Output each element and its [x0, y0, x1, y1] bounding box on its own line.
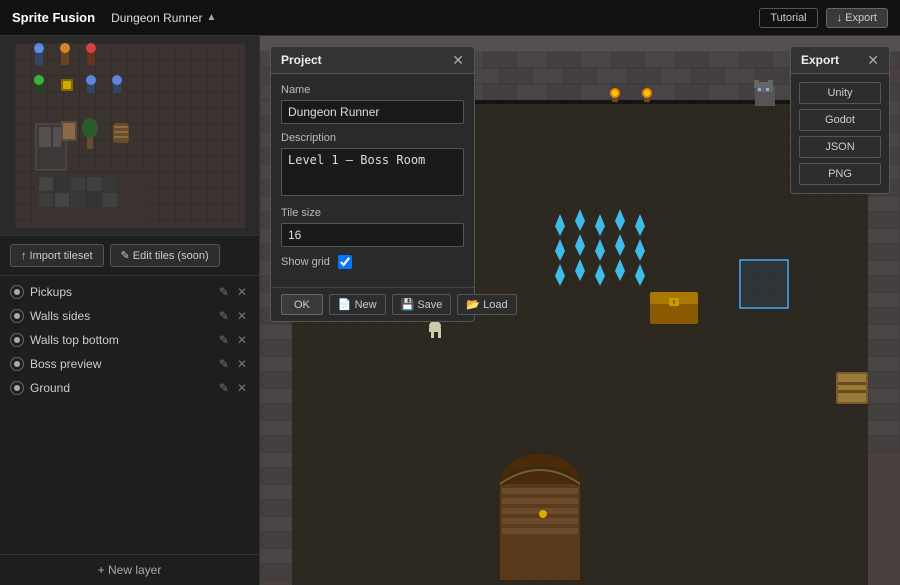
export-panel-close-button[interactable]: ✕: [867, 53, 879, 67]
layer-edit-walls-top-bottom[interactable]: ✎: [217, 333, 231, 347]
export-options: Unity Godot JSON PNG: [791, 74, 889, 193]
dialog-header: Project ✕: [271, 47, 474, 74]
dialog-save-button[interactable]: 💾 Save: [392, 294, 452, 315]
tileset-grid[interactable]: [15, 43, 245, 228]
layer-name-pickups: Pickups: [30, 285, 211, 299]
eye-inner-ground: [14, 385, 20, 391]
layer-eye-boss-preview[interactable]: [10, 357, 24, 371]
new-icon: 📄: [338, 298, 352, 311]
layer-delete-boss-preview[interactable]: ✕: [235, 357, 249, 371]
layer-edit-pickups[interactable]: ✎: [217, 285, 231, 299]
layer-delete-ground[interactable]: ✕: [235, 381, 249, 395]
dialog-body: Name Description Level 1 – Boss Room Til…: [271, 74, 474, 287]
export-unity-button[interactable]: Unity: [799, 82, 881, 104]
main-content: ↑ Import tileset ✎ Edit tiles (soon) Pic…: [0, 36, 900, 585]
dialog-show-grid-checkbox[interactable]: [338, 255, 352, 269]
export-button[interactable]: ↓ Export: [826, 8, 888, 28]
layer-eye-ground[interactable]: [10, 381, 24, 395]
layer-eye-pickups[interactable]: [10, 285, 24, 299]
tileset-svg: [15, 43, 245, 228]
layer-name-boss-preview: Boss preview: [30, 357, 211, 371]
dialog-footer: OK 📄 New 💾 Save 📂 Load: [271, 287, 474, 321]
eye-inner-walls-top-bottom: [14, 337, 20, 343]
dialog-title: Project: [281, 53, 322, 67]
export-panel-title: Export: [801, 53, 839, 67]
header-right: Tutorial ↓ Export: [759, 8, 888, 28]
layer-item-walls-sides[interactable]: Walls sides ✎ ✕: [0, 304, 259, 328]
project-name-button[interactable]: Dungeon Runner ▲: [111, 11, 216, 25]
layer-name-walls-top-bottom: Walls top bottom: [30, 333, 211, 347]
new-layer-button[interactable]: + New layer: [0, 554, 259, 585]
layer-name-walls-sides: Walls sides: [30, 309, 211, 323]
dialog-tile-size-input[interactable]: [281, 223, 464, 247]
layer-eye-walls-sides[interactable]: [10, 309, 24, 323]
left-panel-buttons: ↑ Import tileset ✎ Edit tiles (soon): [0, 236, 259, 276]
dialog-overlay: Project ✕ Name Description Level 1 – Bos…: [260, 36, 900, 585]
dialog-show-grid-row: Show grid: [281, 255, 464, 269]
export-panel-header: Export ✕: [791, 47, 889, 74]
layer-eye-walls-top-bottom[interactable]: [10, 333, 24, 347]
eye-inner-walls-sides: [14, 313, 20, 319]
layer-edit-ground[interactable]: ✎: [217, 381, 231, 395]
layer-item-boss-preview[interactable]: Boss preview ✎ ✕: [0, 352, 259, 376]
dialog-desc-label: Description: [281, 132, 464, 144]
project-name-arrow: ▲: [206, 12, 216, 23]
app-title: Sprite Fusion: [12, 10, 95, 25]
dialog-close-button[interactable]: ✕: [452, 53, 464, 67]
load-icon: 📂: [466, 298, 480, 311]
canvas-area[interactable]: Project ✕ Name Description Level 1 – Bos…: [260, 36, 900, 585]
dialog-name-input[interactable]: [281, 100, 464, 124]
eye-inner-boss-preview: [14, 361, 20, 367]
tutorial-button[interactable]: Tutorial: [759, 8, 817, 28]
layer-delete-pickups[interactable]: ✕: [235, 285, 249, 299]
layer-item-walls-top-bottom[interactable]: Walls top bottom ✎ ✕: [0, 328, 259, 352]
layer-actions-walls-sides: ✎ ✕: [217, 309, 249, 323]
header-left: Sprite Fusion Dungeon Runner ▲: [12, 10, 216, 25]
export-godot-button[interactable]: Godot: [799, 109, 881, 131]
dialog-show-grid-label: Show grid: [281, 256, 330, 268]
eye-inner-pickups: [14, 289, 20, 295]
edit-tiles-button[interactable]: ✎ Edit tiles (soon): [110, 244, 220, 267]
save-icon: 💾: [401, 298, 415, 311]
header: Sprite Fusion Dungeon Runner ▲ Tutorial …: [0, 0, 900, 36]
layer-actions-ground: ✎ ✕: [217, 381, 249, 395]
layer-name-ground: Ground: [30, 381, 211, 395]
layer-actions-boss-preview: ✎ ✕: [217, 357, 249, 371]
dialog-name-label: Name: [281, 84, 464, 96]
project-name-text: Dungeon Runner: [111, 11, 202, 25]
dialog-ok-button[interactable]: OK: [281, 294, 323, 315]
left-panel: ↑ Import tileset ✎ Edit tiles (soon) Pic…: [0, 36, 260, 585]
export-panel: Export ✕ Unity Godot JSON PNG: [790, 46, 890, 194]
layer-edit-boss-preview[interactable]: ✎: [217, 357, 231, 371]
tileset-preview: [0, 36, 259, 236]
layer-item-ground[interactable]: Ground ✎ ✕: [0, 376, 259, 400]
layer-item-pickups[interactable]: Pickups ✎ ✕: [0, 280, 259, 304]
layer-delete-walls-top-bottom[interactable]: ✕: [235, 333, 249, 347]
export-png-button[interactable]: PNG: [799, 163, 881, 185]
layer-edit-walls-sides[interactable]: ✎: [217, 309, 231, 323]
import-tileset-button[interactable]: ↑ Import tileset: [10, 244, 104, 267]
layer-actions-walls-top-bottom: ✎ ✕: [217, 333, 249, 347]
tileset-canvas: [15, 43, 245, 228]
dialog-desc-textarea[interactable]: Level 1 – Boss Room: [281, 148, 464, 196]
layers-list: Pickups ✎ ✕ Walls sides ✎ ✕: [0, 276, 259, 554]
project-dialog: Project ✕ Name Description Level 1 – Bos…: [270, 46, 475, 322]
dialog-tile-size-label: Tile size: [281, 207, 464, 219]
layer-actions-pickups: ✎ ✕: [217, 285, 249, 299]
export-json-button[interactable]: JSON: [799, 136, 881, 158]
dialog-load-button[interactable]: 📂 Load: [457, 294, 516, 315]
dialog-new-button[interactable]: 📄 New: [329, 294, 386, 315]
layer-delete-walls-sides[interactable]: ✕: [235, 309, 249, 323]
